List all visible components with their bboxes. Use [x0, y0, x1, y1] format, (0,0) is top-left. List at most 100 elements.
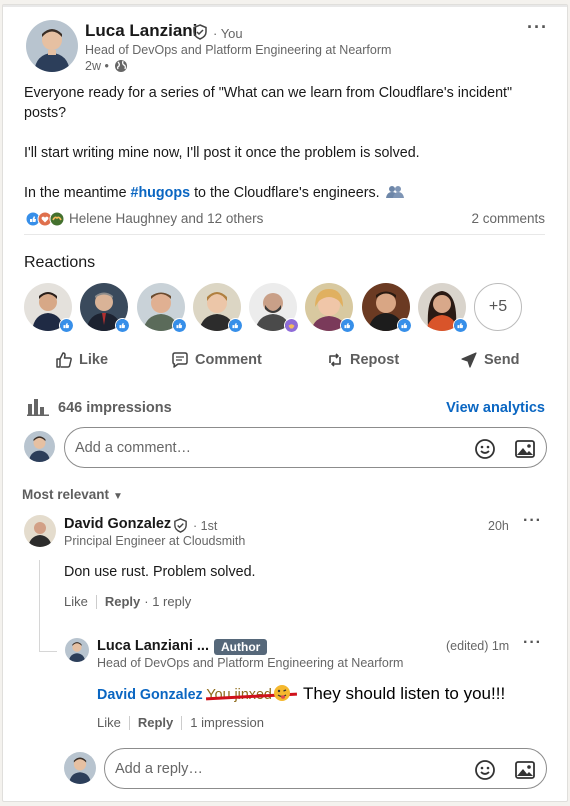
post-card: Luca Lanziani · You Head of DevOps and P… — [2, 4, 568, 802]
verified-icon — [193, 24, 207, 40]
like-badge-icon — [397, 318, 412, 333]
reactor-avatar[interactable] — [137, 283, 187, 333]
like-badge-icon — [453, 318, 468, 333]
repost-button[interactable]: Repost — [326, 351, 399, 369]
struck-text: You jinxed it — [206, 687, 297, 703]
current-user-avatar — [24, 431, 55, 462]
connection-degree: · 1st — [193, 519, 218, 533]
replier-name[interactable]: Luca Lanziani ... — [97, 638, 209, 654]
view-analytics-link[interactable]: View analytics — [446, 400, 545, 416]
reactions-title: Reactions — [24, 254, 96, 271]
like-badge-icon — [228, 318, 243, 333]
separator — [128, 715, 130, 730]
divider — [24, 234, 545, 235]
send-label: Send — [484, 352, 520, 368]
thumbs-up-icon — [56, 352, 72, 368]
like-badge-icon — [340, 318, 355, 333]
post-text-prefix: In the meantime — [24, 185, 127, 201]
thread-line — [39, 651, 57, 652]
reply-placeholder: Add a reply… — [115, 760, 203, 777]
hashtag-link[interactable]: #hugops — [131, 185, 191, 201]
comment-time: 20h — [488, 519, 509, 533]
reply-impressions[interactable]: 1 impression — [190, 715, 264, 730]
like-badge-icon — [115, 318, 130, 333]
repost-label: Repost — [350, 352, 400, 368]
replier-avatar[interactable] — [65, 638, 89, 662]
emoji-icon[interactable] — [474, 438, 496, 460]
comment-label: Comment — [195, 352, 262, 368]
support-badge-icon — [284, 318, 299, 333]
post-actions: Like Comment Repost Send — [24, 351, 548, 377]
reactor-avatar[interactable] — [418, 283, 468, 333]
reactor-avatar[interactable] — [305, 283, 355, 333]
more-reactors-button[interactable]: +5 — [474, 283, 522, 331]
reactor-avatar[interactable] — [24, 283, 74, 333]
author-badge: Author — [214, 639, 268, 655]
post-text-line-2: I'll start writing mine now, I'll post i… — [24, 145, 420, 161]
post-text-suffix: to the Cloudflare's engineers. — [194, 185, 380, 201]
author-headline: Head of DevOps and Platform Engineering … — [85, 43, 392, 57]
commenter-avatar[interactable] — [24, 515, 56, 547]
sort-label: Most relevant — [22, 487, 110, 502]
reactor-avatar[interactable] — [193, 283, 243, 333]
reply-count[interactable]: · 1 reply — [144, 594, 191, 609]
thread-line — [39, 560, 40, 652]
comment-input[interactable]: Add a comment… — [64, 427, 547, 468]
reply-text: David Gonzalez You jinxed it They should… — [97, 684, 505, 704]
globe-icon — [115, 60, 127, 72]
impressions-count: 646 impressions — [58, 400, 172, 416]
comment-reply-button[interactable]: Reply — [105, 594, 140, 609]
sort-dropdown[interactable]: Most relevant ▼ — [22, 487, 123, 502]
image-icon[interactable] — [514, 759, 536, 781]
reaction-names[interactable]: Helene Haughney and 12 others — [69, 211, 263, 226]
comment-button[interactable]: Comment — [171, 351, 262, 369]
winking-tongue-emoji-icon — [273, 685, 290, 701]
reply-time: (edited) 1m — [446, 639, 510, 653]
card-top-border — [3, 5, 567, 7]
author-avatar[interactable] — [26, 20, 78, 72]
post-text-line-3: In the meantime #hugops to the Cloudflar… — [24, 183, 544, 203]
reactor-avatar[interactable] — [80, 283, 130, 333]
like-label: Like — [79, 352, 109, 368]
caret-down-icon: ▼ — [113, 491, 123, 502]
current-user-avatar — [64, 752, 96, 784]
like-badge-icon — [59, 318, 74, 333]
comments-count[interactable]: 2 comments — [471, 211, 545, 226]
comment-icon — [172, 352, 188, 368]
commenter-headline: Principal Engineer at Cloudsmith — [64, 534, 246, 548]
repost-icon — [329, 353, 341, 367]
people-emoji-icon — [385, 186, 404, 198]
comment-like-button[interactable]: Like — [64, 594, 88, 609]
reply-like-button[interactable]: Like — [97, 715, 121, 730]
verified-icon — [174, 518, 187, 533]
send-icon — [461, 352, 477, 368]
bar-chart-icon — [27, 399, 49, 416]
reaction-summary-icons[interactable] — [25, 211, 69, 227]
post-body: Everyone ready for a series of "What can… — [24, 83, 544, 223]
commenter-name[interactable]: David Gonzalez — [64, 516, 171, 532]
comment-actions: Like Reply · 1 reply — [64, 594, 191, 609]
reply-input[interactable]: Add a reply… — [104, 748, 547, 789]
mention-link[interactable]: David Gonzalez — [97, 687, 203, 703]
like-button[interactable]: Like — [55, 351, 108, 369]
like-badge-icon — [172, 318, 187, 333]
reply-reply-button[interactable]: Reply — [138, 715, 173, 730]
reply-actions: Like Reply 1 impression — [97, 715, 264, 730]
replier-headline: Head of DevOps and Platform Engineering … — [97, 656, 404, 670]
author-name[interactable]: Luca Lanziani — [85, 21, 197, 41]
post-text-line-1: Everyone ready for a series of "What can… — [24, 85, 513, 121]
added-text: They should listen to you!!! — [302, 684, 506, 703]
image-icon[interactable] — [514, 438, 536, 460]
reply-more-icon[interactable]: ··· — [523, 634, 542, 652]
reactor-avatar[interactable] — [249, 283, 299, 333]
you-label: · You — [213, 26, 243, 41]
separator — [95, 594, 97, 609]
comment-more-icon[interactable]: ··· — [523, 512, 542, 530]
emoji-icon[interactable] — [474, 759, 496, 781]
separator — [181, 715, 183, 730]
post-time: 2w • — [85, 59, 109, 73]
comment-text: Don use rust. Problem solved. — [64, 564, 256, 580]
send-button[interactable]: Send — [460, 351, 519, 369]
reactor-avatar[interactable] — [362, 283, 412, 333]
post-more-icon[interactable]: ··· — [527, 17, 548, 38]
